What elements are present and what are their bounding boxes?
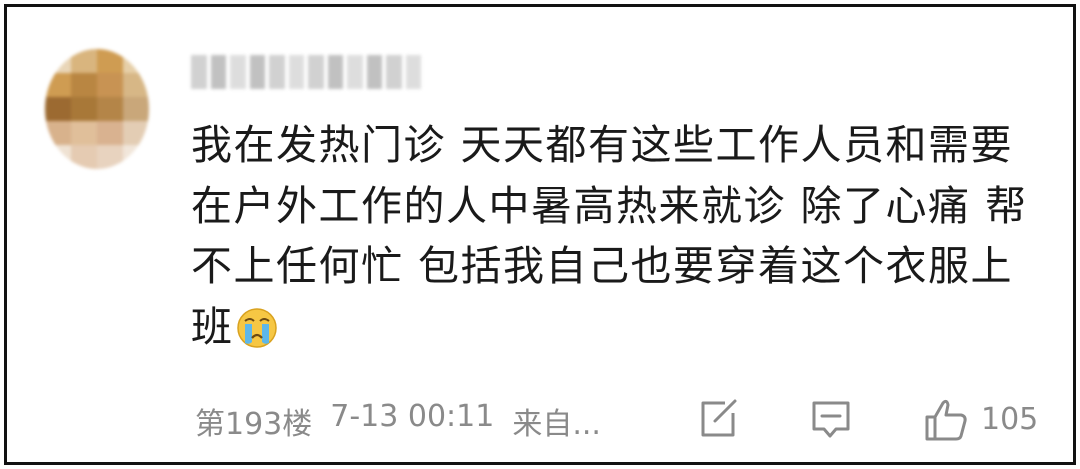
action-bar: 105 — [7, 393, 1073, 445]
comment-card: 我在发热门诊 天天都有这些工作人员和需要在户外工作的人中暑高热来就诊 除了心痛 … — [4, 4, 1076, 465]
comment-text: 我在发热门诊 天天都有这些工作人员和需要在户外工作的人中暑高热来就诊 除了心痛 … — [191, 121, 1028, 351]
thumbs-up-icon — [925, 399, 967, 441]
crying-face-icon — [236, 305, 278, 348]
like-count: 105 — [981, 401, 1039, 437]
like-button[interactable]: 105 — [921, 393, 1038, 445]
edit-button[interactable] — [695, 393, 739, 445]
comment-text-block: 我在发热门诊 天天都有这些工作人员和需要在户外工作的人中暑高热来就诊 除了心痛 … — [191, 115, 1031, 357]
comment-button[interactable] — [809, 393, 853, 445]
comment-icon — [812, 401, 850, 438]
edit-icon — [701, 399, 737, 437]
avatar[interactable] — [45, 49, 149, 169]
username[interactable] — [191, 55, 421, 89]
